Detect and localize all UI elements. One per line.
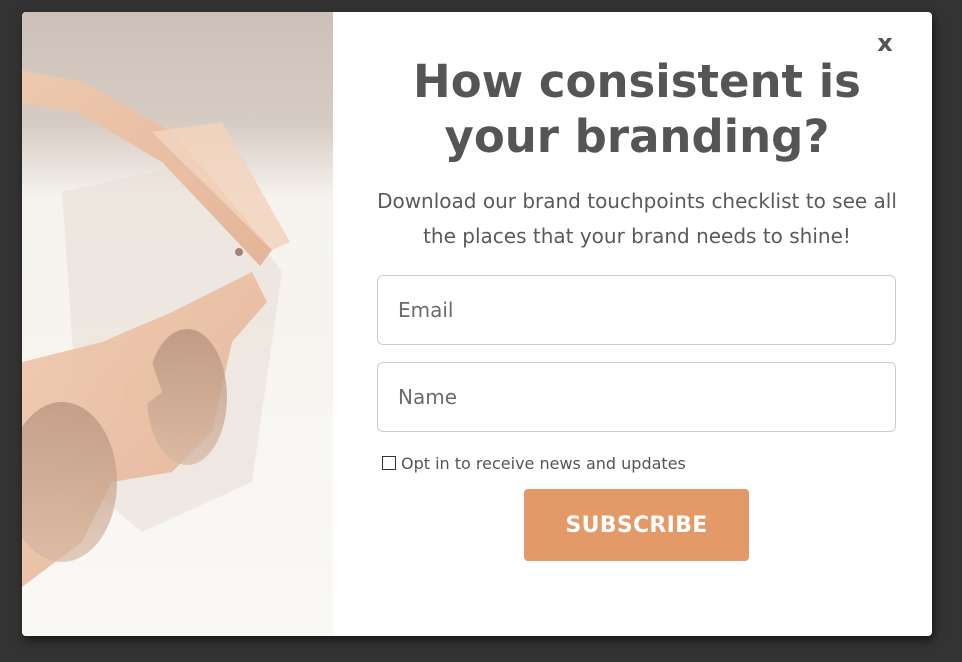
subscribe-popup: x How consistent is your branding? Downl… bbox=[22, 12, 932, 636]
popup-subtitle: Download our brand touchpoints checklist… bbox=[377, 189, 897, 248]
sunglasses-photo bbox=[22, 12, 333, 636]
optin-label[interactable]: Opt in to receive news and updates bbox=[401, 454, 686, 473]
popup-title: How consistent is your branding? bbox=[413, 55, 861, 163]
name-field[interactable] bbox=[377, 362, 896, 432]
subscribe-button[interactable]: SUBSCRIBE bbox=[524, 489, 749, 561]
optin-checkbox[interactable] bbox=[382, 456, 396, 470]
email-field[interactable] bbox=[377, 275, 896, 345]
optin-row[interactable]: Opt in to receive news and updates bbox=[382, 452, 686, 474]
